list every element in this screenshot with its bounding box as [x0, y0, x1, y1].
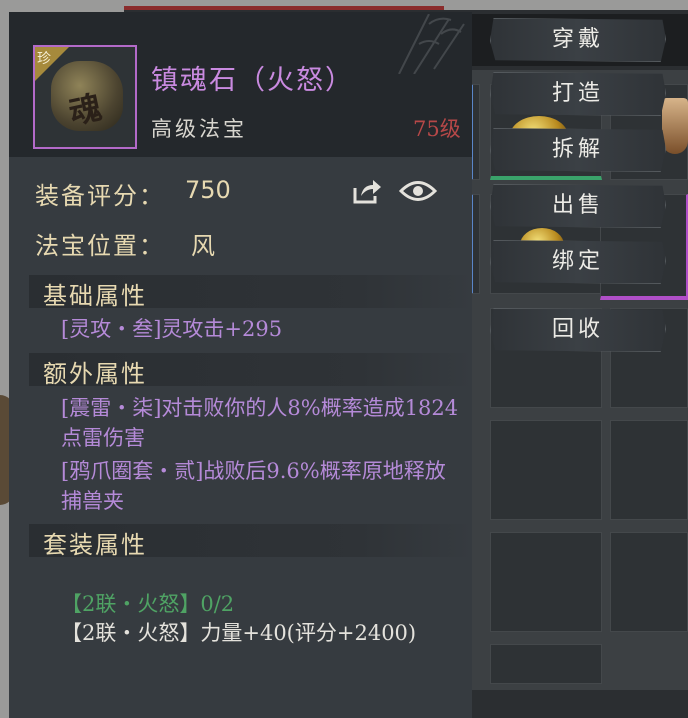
section-title: 套装属性: [43, 531, 147, 559]
extra-attribute: [鸦爪圈套・贰]战败后9.6%概率原地释放捕兽夹: [61, 459, 446, 513]
basic-attributes-header: 基础属性: [29, 275, 472, 310]
cup-item-icon: [662, 98, 688, 154]
inventory-slot[interactable]: [610, 532, 688, 632]
section-title: 额外属性: [43, 360, 147, 388]
set-progress: 【2联・火怒】0/2: [61, 592, 235, 616]
section-title: 基础属性: [43, 282, 147, 310]
set-bonus: 【2联・火怒】力量+40(评分+2400): [61, 621, 417, 645]
bamboo-decoration-icon: [398, 14, 465, 74]
inventory-slot[interactable]: [490, 644, 602, 684]
bind-button[interactable]: 绑定: [490, 240, 666, 284]
item-name: 镇魂石（火怒）: [151, 65, 354, 96]
item-type: 高级法宝: [151, 117, 247, 141]
position-value: 风: [191, 232, 217, 260]
rarity-badge-text: 珍: [37, 51, 51, 67]
extra-attribute: [震雷・柒]对击败你的人8%概率造成1824点雷伤害: [61, 396, 459, 450]
inventory-slot[interactable]: [610, 420, 688, 520]
share-icon[interactable]: [351, 176, 383, 206]
score-label: 装备评分：: [35, 182, 165, 210]
inventory-slot[interactable]: [490, 420, 602, 520]
score-value: 750: [185, 176, 231, 204]
inventory-slot[interactable]: [490, 532, 602, 632]
item-icon: 魂 珍: [33, 45, 137, 149]
forge-button[interactable]: 打造: [490, 72, 666, 116]
set-attributes-header: 套装属性: [29, 524, 472, 559]
item-level: 75级: [413, 117, 461, 141]
dismantle-button[interactable]: 拆解: [490, 128, 666, 172]
item-tooltip: 魂 珍 镇魂石（火怒） 高级法宝 75级 装备评分： 750 法宝位置： 风 基…: [9, 12, 472, 718]
extra-attributes-header: 额外属性: [29, 353, 472, 388]
sell-button[interactable]: 出售: [490, 184, 666, 228]
basic-attribute: [灵攻・叁]灵攻击+295: [61, 317, 283, 341]
recycle-button[interactable]: 回收: [490, 308, 666, 352]
eye-icon[interactable]: [399, 178, 437, 204]
equip-button[interactable]: 穿戴: [490, 18, 666, 62]
position-label: 法宝位置：: [35, 232, 165, 260]
